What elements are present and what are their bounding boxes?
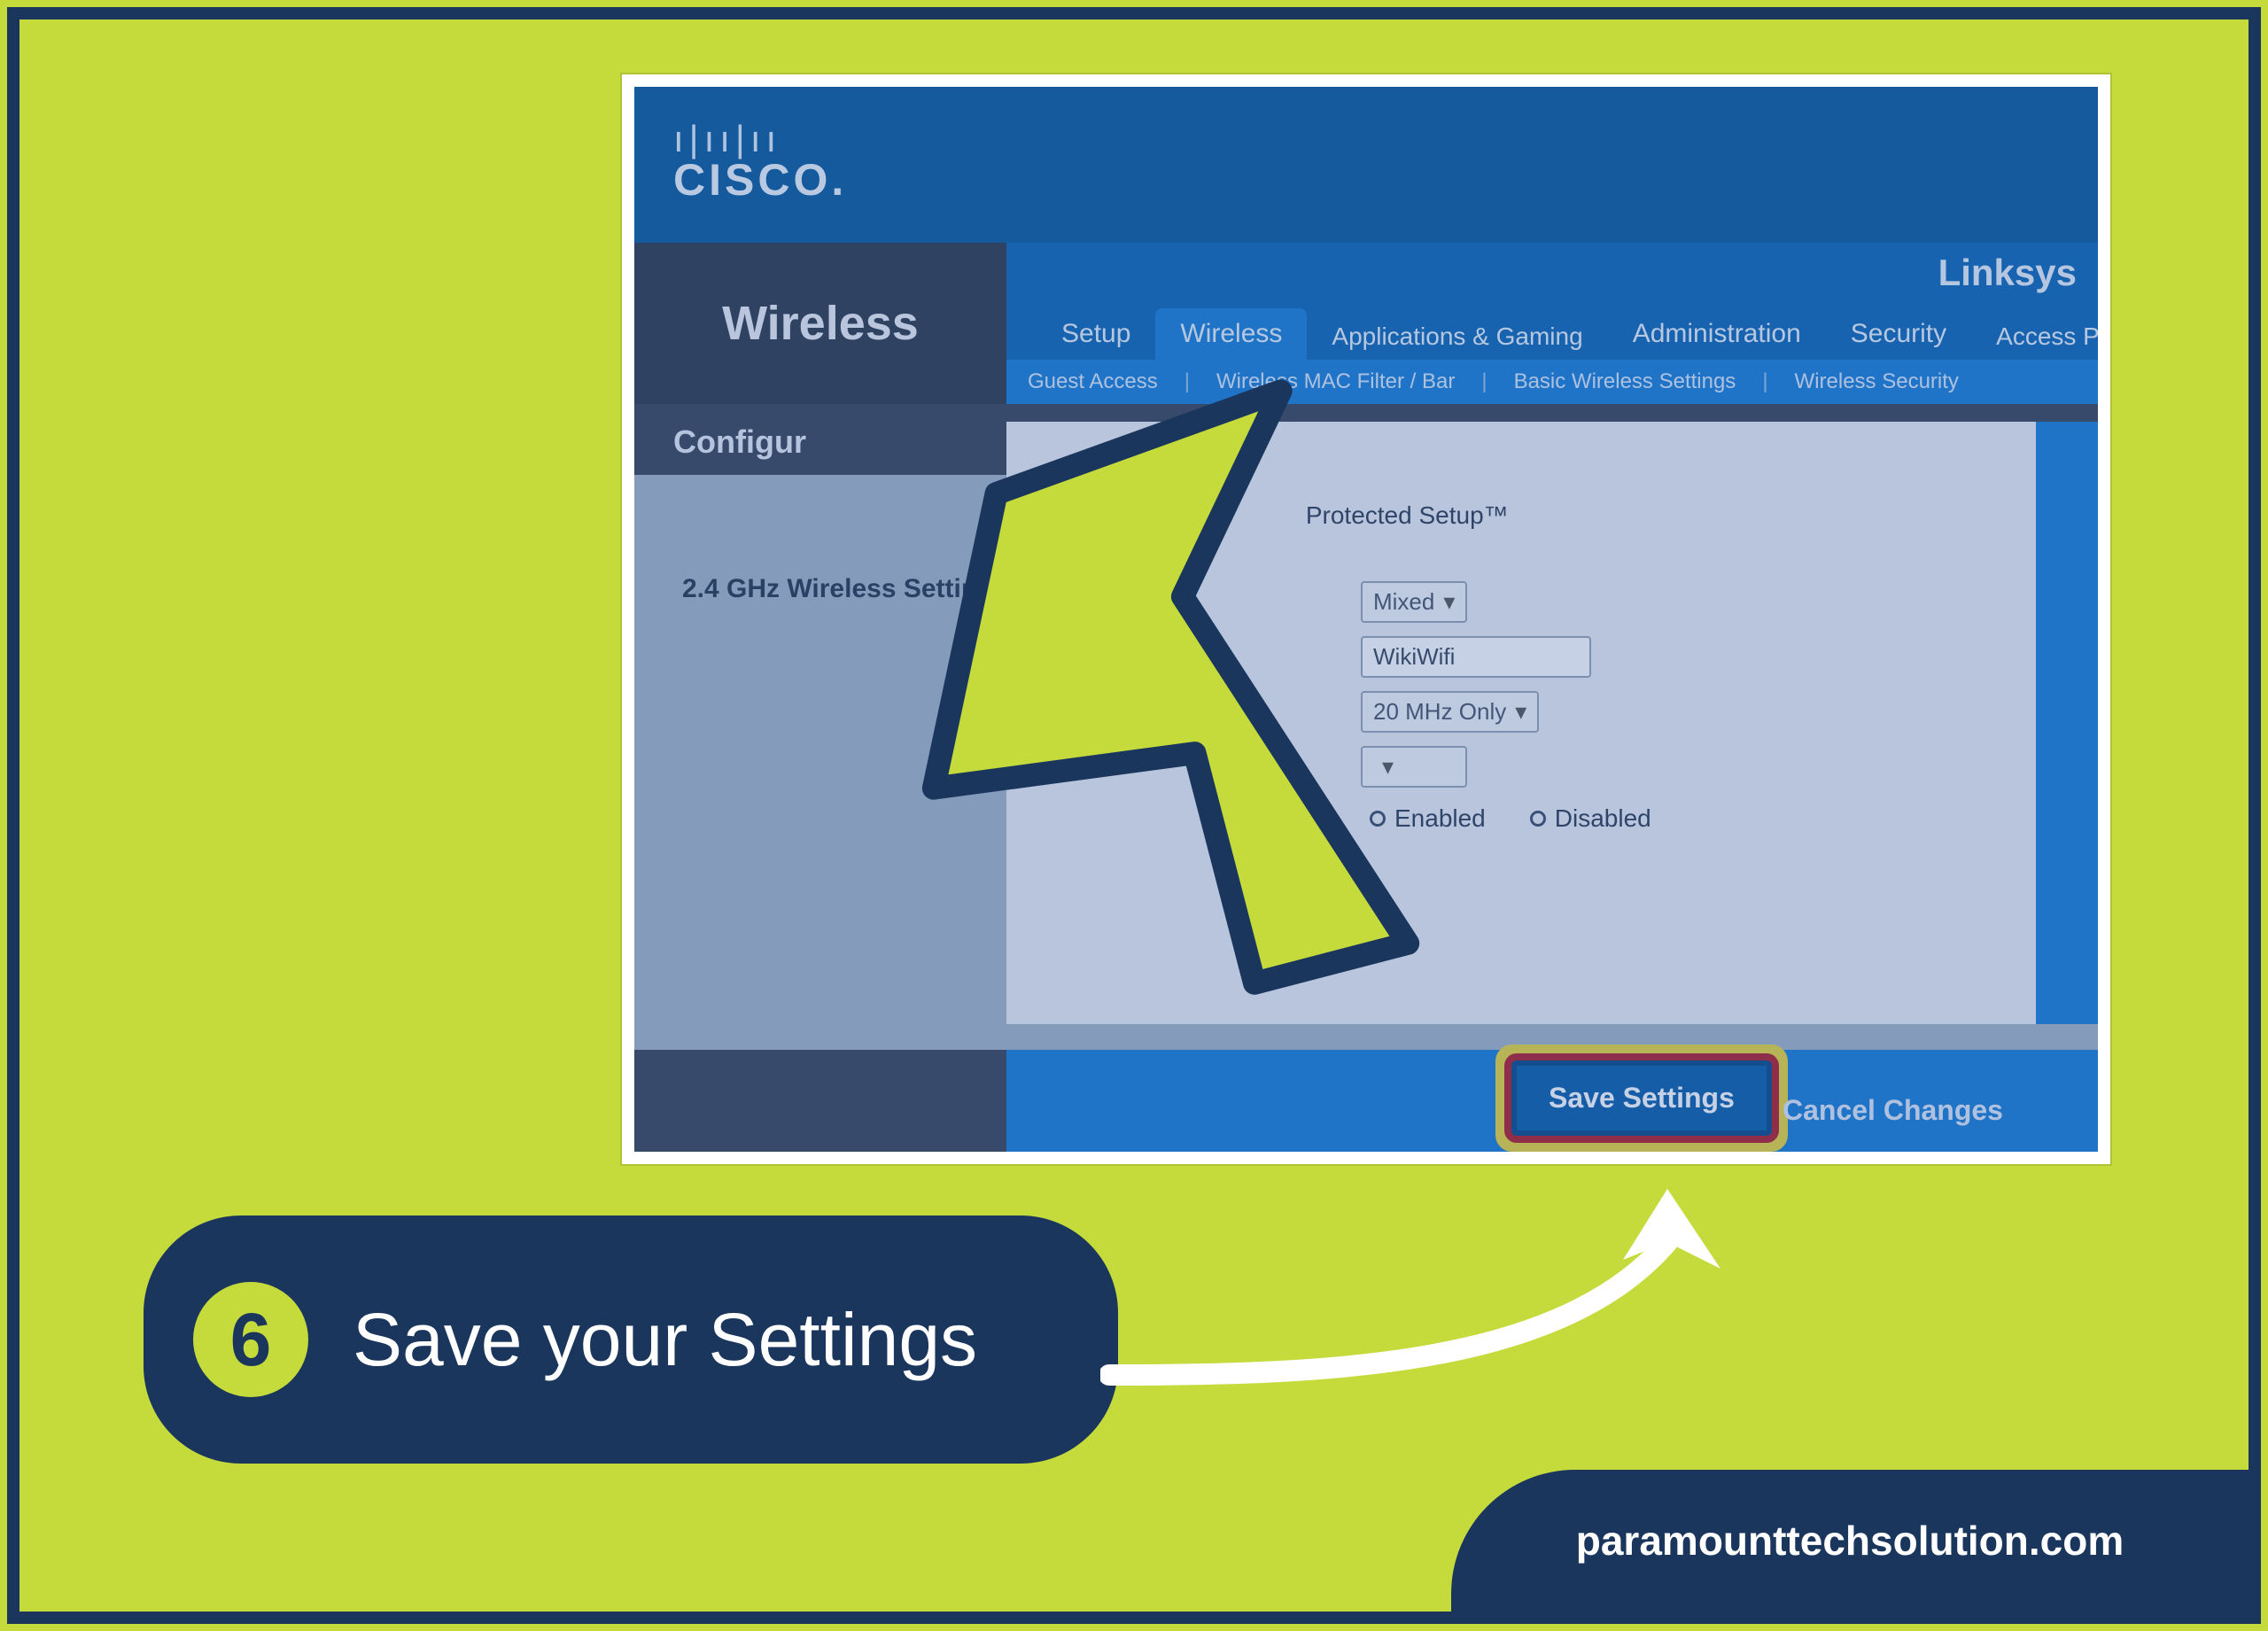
footer-text: paramounttechsolution.com: [1576, 1517, 2124, 1565]
ssid-input[interactable]: WikiWifi: [1361, 636, 1591, 678]
subtab-mac[interactable]: Wireless MAC Filter / Bar: [1216, 369, 1455, 394]
channel-row: [1361, 746, 1467, 788]
footer: paramounttechsolution.com: [1451, 1470, 2249, 1612]
ssid-broadcast-row: Enabled Disabled: [1370, 804, 1651, 833]
cisco-header: ı|ıı|ıı CISCO.: [634, 87, 2098, 243]
side-strip: [2036, 422, 2098, 1024]
ssid-row: WikiWifi: [1361, 636, 1591, 678]
tab-admin[interactable]: Administration: [1608, 308, 1826, 360]
nav-tabs: Setup Wireless Applications & Gaming Adm…: [1006, 308, 2098, 360]
section-title: Wireless: [634, 243, 1006, 404]
radio-disabled-label: Disabled: [1555, 804, 1651, 833]
band-label: 2.4 GHz Wireless Settings: [682, 574, 1008, 604]
step-number-badge: 6: [193, 1282, 308, 1397]
section-header: Configur: [673, 423, 806, 461]
cisco-bars-icon: ı|ıı|ıı: [673, 124, 781, 154]
mode-select[interactable]: Mixed: [1361, 581, 1467, 623]
tab-security[interactable]: Security: [1826, 308, 1971, 360]
device-name: Linksys: [1938, 252, 2077, 294]
config-manual-label[interactable]: Manual: [1086, 501, 1168, 530]
nav-subtabs: Guest Access | Wireless MAC Filter / Bar…: [1006, 360, 2098, 404]
nav-row: Wireless Linksys Setup Wireless Applicat…: [634, 243, 2098, 404]
outer-frame: ı|ıı|ıı CISCO. Wireless Linksys Setup Wi…: [7, 7, 2261, 1624]
tab-access-label: Access Policy: [1996, 322, 2110, 350]
brand-text: CISCO.: [673, 154, 847, 206]
step-title: Save your Settings: [353, 1297, 977, 1383]
width-row: 20 MHz Only: [1361, 691, 1539, 733]
radio-enabled-label: Enabled: [1394, 804, 1486, 833]
radio-dot-icon: [1370, 811, 1386, 827]
subtab-guest[interactable]: Guest Access: [1028, 369, 1158, 394]
radio-enabled[interactable]: Enabled: [1370, 804, 1486, 833]
subtab-basic[interactable]: Basic Wireless Settings: [1514, 369, 1736, 394]
mode-row: Mixed: [1361, 581, 1467, 623]
nav-main: Linksys Setup Wireless Applications & Ga…: [1006, 243, 2098, 404]
tab-wireless[interactable]: Wireless: [1155, 308, 1307, 360]
tab-apps-label: Applications & Gaming: [1332, 322, 1582, 350]
radio-dot-icon: [1530, 811, 1546, 827]
tab-apps[interactable]: Applications & Gaming: [1307, 313, 1607, 360]
cisco-logo: ı|ıı|ıı CISCO.: [673, 124, 847, 206]
width-select[interactable]: 20 MHz Only: [1361, 691, 1539, 733]
config-wps-label[interactable]: Protected Setup™: [1306, 501, 1509, 530]
radio-disabled[interactable]: Disabled: [1530, 804, 1651, 833]
tab-setup[interactable]: Setup: [1037, 308, 1155, 360]
screenshot-inner: ı|ıı|ıı CISCO. Wireless Linksys Setup Wi…: [634, 87, 2098, 1152]
subtab-security[interactable]: Wireless Security: [1795, 369, 1959, 394]
sep-icon: |: [1481, 369, 1487, 394]
sep-icon: |: [1184, 369, 1190, 394]
config-mode-row: Manual Protected Setup™: [1086, 501, 1509, 530]
bottom-bar: Save Settings Cancel Changes: [634, 1050, 2098, 1152]
save-settings-button[interactable]: Save Settings: [1511, 1060, 1772, 1136]
channel-select[interactable]: [1361, 746, 1467, 788]
content-area: Configur 2.4 GHz Wireless Settings Manua…: [634, 404, 2098, 1050]
sep-icon: |: [1762, 369, 1767, 394]
cancel-changes-button[interactable]: Cancel Changes: [1751, 1078, 2035, 1143]
router-screenshot: ı|ıı|ıı CISCO. Wireless Linksys Setup Wi…: [622, 74, 2110, 1164]
step-pill: 6 Save your Settings: [144, 1215, 1118, 1464]
tab-access[interactable]: Access Policy: [1971, 313, 2110, 360]
